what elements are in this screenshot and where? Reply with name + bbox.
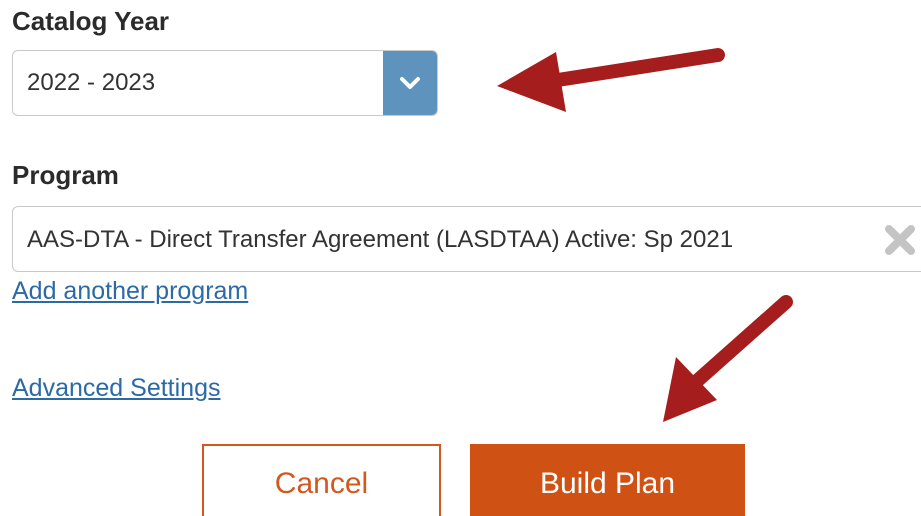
chevron-down-icon[interactable] xyxy=(383,51,437,115)
program-field[interactable]: AAS-DTA - Direct Transfer Agreement (LAS… xyxy=(12,206,921,272)
catalog-year-label: Catalog Year xyxy=(12,6,170,36)
build-plan-arrow-icon xyxy=(663,295,793,422)
catalog-year-select[interactable]: 2022 - 2023 xyxy=(12,50,438,116)
close-icon[interactable] xyxy=(883,223,917,257)
build-plan-button[interactable]: Build Plan xyxy=(470,444,745,516)
catalog-year-arrow-icon xyxy=(497,48,725,112)
catalog-year-selected-value: 2022 - 2023 xyxy=(27,69,156,96)
add-another-program-link[interactable]: Add another program xyxy=(12,277,248,306)
program-selected-value: AAS-DTA - Direct Transfer Agreement (LAS… xyxy=(27,226,734,253)
program-label: Program xyxy=(12,160,119,190)
cancel-button[interactable]: Cancel xyxy=(202,444,441,516)
advanced-settings-link[interactable]: Advanced Settings xyxy=(12,374,220,403)
